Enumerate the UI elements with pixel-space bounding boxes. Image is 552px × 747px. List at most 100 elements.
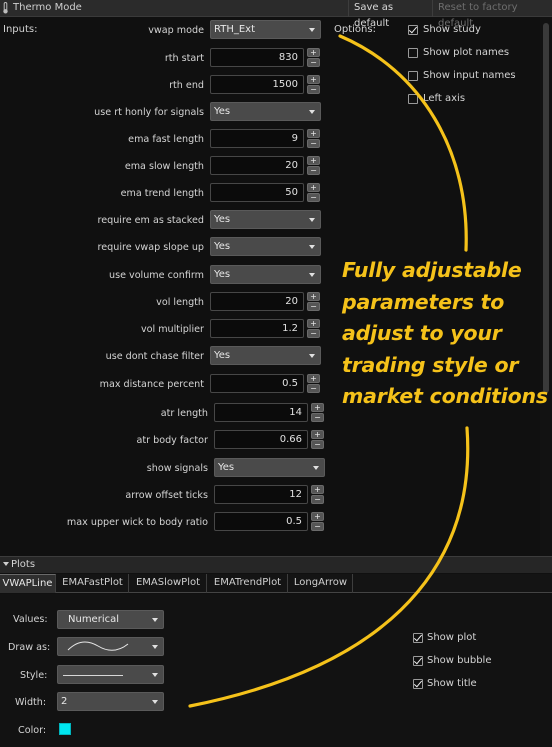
use-volume-confirm-select[interactable]: Yes — [210, 265, 321, 284]
use-dont-chase-filter-select[interactable]: Yes — [210, 346, 321, 365]
reset-to-factory-default-button[interactable]: Reset to factory default — [432, 0, 552, 29]
ema-trend-length-input[interactable]: 50 — [210, 183, 304, 202]
decrement-icon[interactable]: − — [307, 329, 320, 338]
arrow-offset-ticks-input[interactable]: 12 — [214, 485, 308, 504]
ema-trend-length-stepper[interactable]: + − — [307, 183, 320, 202]
require-vwap-slope-up-value: Yes — [214, 241, 231, 252]
plot-options: Show plot Show bubble Show title — [413, 630, 533, 700]
vol-multiplier-stepper[interactable]: + − — [307, 319, 320, 338]
arrow-offset-ticks-label: arrow offset ticks — [125, 490, 208, 501]
rth-start-label: rth start — [164, 53, 204, 64]
decrement-icon[interactable]: − — [307, 139, 320, 148]
show-bubble-label: Show bubble — [427, 655, 492, 666]
rth-start-stepper[interactable]: + − — [307, 48, 320, 67]
increment-icon[interactable]: + — [307, 48, 320, 57]
show-bubble-checkbox[interactable] — [413, 656, 423, 666]
decrement-icon[interactable]: − — [311, 440, 324, 449]
decrement-icon[interactable]: − — [307, 166, 320, 175]
left-axis-checkbox[interactable] — [408, 94, 418, 104]
show-plot-names-checkbox[interactable] — [408, 48, 418, 58]
annotation-text: Fully adjustable parameters to adjust to… — [342, 255, 552, 413]
chevron-down-icon — [152, 700, 158, 704]
vol-length-label: vol length — [156, 297, 204, 308]
max-distance-percent-stepper[interactable]: + − — [307, 374, 320, 393]
show-signals-select[interactable]: Yes — [214, 458, 325, 477]
max-distance-percent-label: max distance percent — [99, 379, 204, 390]
increment-icon[interactable]: + — [311, 485, 324, 494]
atr-body-factor-stepper[interactable]: + − — [311, 430, 324, 449]
require-vwap-slope-up-select[interactable]: Yes — [210, 237, 321, 256]
tab-emafastplot[interactable]: EMAFastPlot — [57, 574, 129, 593]
rth-start-input[interactable]: 830 — [210, 48, 304, 67]
rth-end-input[interactable]: 1500 — [210, 75, 304, 94]
show-input-names-checkbox[interactable] — [408, 71, 418, 81]
require-em-as-stacked-value: Yes — [214, 214, 231, 225]
use-dont-chase-filter-value: Yes — [214, 350, 231, 361]
atr-length-stepper[interactable]: + − — [311, 403, 324, 422]
rth-end-stepper[interactable]: + − — [307, 75, 320, 94]
decrement-icon[interactable]: − — [307, 193, 320, 202]
max-upper-wick-to-body-ratio-stepper[interactable]: + − — [311, 512, 324, 531]
require-em-as-stacked-select[interactable]: Yes — [210, 210, 321, 229]
decrement-icon[interactable]: − — [307, 384, 320, 393]
max-upper-wick-to-body-ratio-input[interactable]: 0.5 — [214, 512, 308, 531]
show-title-label: Show title — [427, 678, 477, 689]
draw-as-select[interactable] — [57, 637, 164, 656]
use-volume-confirm-label: use volume confirm — [108, 270, 204, 281]
increment-icon[interactable]: + — [307, 75, 320, 84]
show-title-checkbox[interactable] — [413, 679, 423, 689]
increment-icon[interactable]: + — [311, 512, 324, 521]
ema-fast-length-input[interactable]: 9 — [210, 129, 304, 148]
vol-length-stepper[interactable]: + − — [307, 292, 320, 311]
values-label: Values: — [13, 614, 48, 625]
show-plot-checkbox[interactable] — [413, 633, 423, 643]
atr-body-factor-input[interactable]: 0.66 — [214, 430, 308, 449]
decrement-icon[interactable]: − — [307, 85, 320, 94]
ema-slow-length-stepper[interactable]: + − — [307, 156, 320, 175]
increment-icon[interactable]: + — [307, 292, 320, 301]
annotation-line: adjust to your — [342, 321, 502, 345]
increment-icon[interactable]: + — [311, 403, 324, 412]
chevron-down-icon — [309, 110, 315, 114]
show-input-names-label: Show input names — [423, 70, 516, 81]
use-rt-honly-for-signals-select[interactable]: Yes — [210, 102, 321, 121]
max-upper-wick-to-body-ratio-label: max upper wick to body ratio — [66, 517, 208, 528]
chevron-down-icon — [313, 466, 319, 470]
increment-icon[interactable]: + — [311, 430, 324, 439]
chevron-down-icon — [309, 218, 315, 222]
plots-section-header[interactable]: Plots — [0, 556, 552, 573]
color-swatch[interactable] — [59, 723, 71, 735]
ema-slow-length-input[interactable]: 20 — [210, 156, 304, 175]
decrement-icon[interactable]: − — [311, 522, 324, 531]
save-as-default-button[interactable]: Save as default — [348, 0, 429, 29]
values-select[interactable]: Numerical — [57, 610, 164, 629]
decrement-icon[interactable]: − — [311, 495, 324, 504]
tab-vwapline[interactable]: VWAPLine — [0, 574, 56, 593]
decrement-icon[interactable]: − — [307, 58, 320, 67]
decrement-icon[interactable]: − — [311, 413, 324, 422]
tab-emaslowplot[interactable]: EMASlowPlot — [130, 574, 207, 593]
ema-fast-length-stepper[interactable]: + − — [307, 129, 320, 148]
use-rt-honly-for-signals-value: Yes — [214, 106, 231, 117]
vol-multiplier-input[interactable]: 1.2 — [210, 319, 304, 338]
increment-icon[interactable]: + — [307, 129, 320, 138]
plots-heading: Plots — [11, 559, 36, 570]
left-axis-label: Left axis — [423, 93, 466, 104]
increment-icon[interactable]: + — [307, 319, 320, 328]
tab-ematrendplot[interactable]: EMATrendPlot — [208, 574, 288, 593]
arrow-offset-ticks-stepper[interactable]: + − — [311, 485, 324, 504]
max-distance-percent-input[interactable]: 0.5 — [210, 374, 304, 393]
increment-icon[interactable]: + — [307, 374, 320, 383]
tab-longarrow[interactable]: LongArrow — [289, 574, 353, 593]
increment-icon[interactable]: + — [307, 183, 320, 192]
use-rt-honly-for-signals-label: use rt honly for signals — [94, 107, 204, 118]
decrement-icon[interactable]: − — [307, 302, 320, 311]
vol-length-input[interactable]: 20 — [210, 292, 304, 311]
width-select[interactable]: 2 — [57, 692, 164, 711]
show-study-checkbox[interactable] — [408, 25, 418, 35]
vwap-mode-select[interactable]: RTH_Ext — [210, 20, 321, 39]
increment-icon[interactable]: + — [307, 156, 320, 165]
style-select[interactable] — [57, 665, 164, 684]
atr-length-input[interactable]: 14 — [214, 403, 308, 422]
chevron-down-icon — [152, 673, 158, 677]
